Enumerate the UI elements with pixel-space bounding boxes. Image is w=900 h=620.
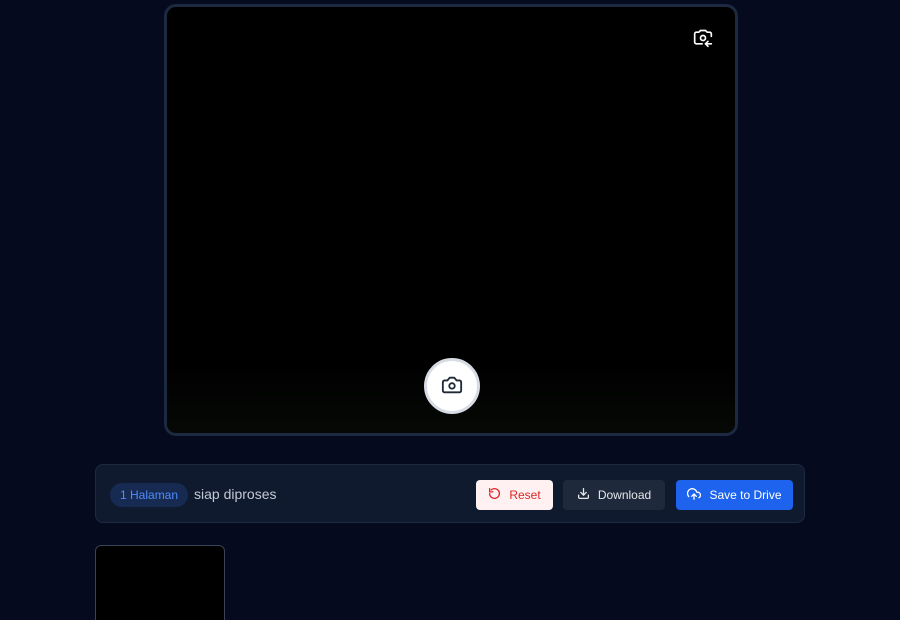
app-page: 1 Halaman siap diproses Reset Download S… [0,0,900,620]
action-toolbar: 1 Halaman siap diproses Reset Download S… [95,464,805,523]
reset-label: Reset [509,488,541,502]
status-text: siap diproses [194,486,277,502]
switch-camera-button[interactable] [689,25,717,53]
reset-button[interactable]: Reset [476,480,553,510]
save-to-drive-button[interactable]: Save to Drive [676,480,793,510]
page-thumbnail[interactable] [95,545,225,620]
page-count-badge: 1 Halaman [110,483,189,507]
camera-preview [164,4,738,436]
capture-button[interactable] [424,358,480,414]
camera-icon [441,374,463,399]
download-icon [577,487,590,503]
download-button[interactable]: Download [563,480,665,510]
reset-icon [488,487,501,503]
cloud-upload-icon [687,487,702,504]
save-to-drive-label: Save to Drive [709,488,782,502]
switch-camera-icon [693,28,713,51]
download-label: Download [597,488,652,502]
